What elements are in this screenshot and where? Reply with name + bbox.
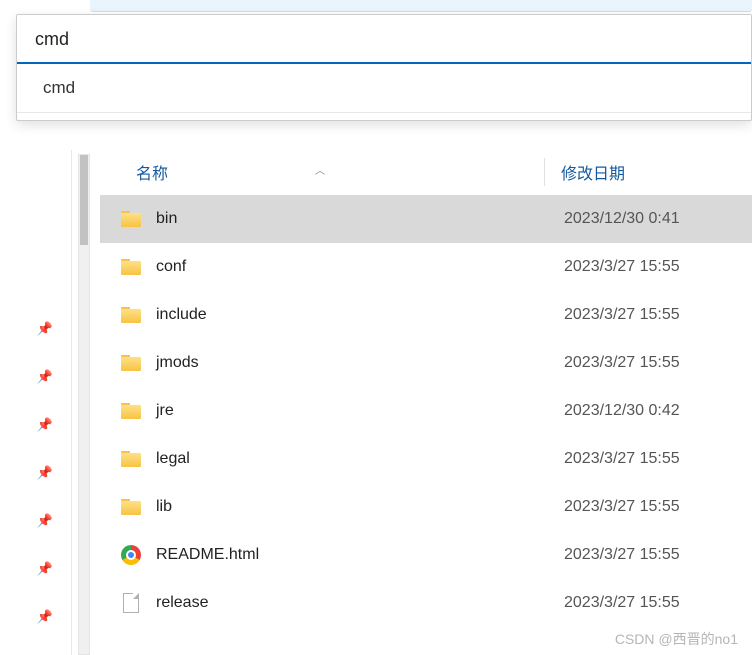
column-header-modified[interactable]: 修改日期 xyxy=(544,158,752,186)
file-name: README.html xyxy=(156,546,564,564)
file-modified: 2023/3/27 15:55 xyxy=(564,594,680,612)
file-row[interactable]: jre2023/12/30 0:42 xyxy=(100,387,752,435)
document-icon xyxy=(120,592,142,614)
folder-icon xyxy=(120,304,142,326)
file-row[interactable]: release2023/3/27 15:55 xyxy=(100,579,752,627)
file-row[interactable]: include2023/3/27 15:55 xyxy=(100,291,752,339)
breadcrumb-hint xyxy=(90,0,752,12)
file-row[interactable]: jmods2023/3/27 15:55 xyxy=(100,339,752,387)
file-modified: 2023/3/27 15:55 xyxy=(564,546,680,564)
pin-icon: 📌 xyxy=(37,417,53,433)
pin-icon: 📌 xyxy=(37,321,53,337)
folder-icon xyxy=(120,496,142,518)
address-spacer xyxy=(17,112,751,120)
file-name: legal xyxy=(156,450,564,468)
file-name: jre xyxy=(156,402,564,420)
file-name: jmods xyxy=(156,354,564,372)
file-name: include xyxy=(156,306,564,324)
chrome-icon xyxy=(120,544,142,566)
folder-icon xyxy=(120,256,142,278)
file-row[interactable]: conf2023/3/27 15:55 xyxy=(100,243,752,291)
quick-access-item[interactable]: 📌 xyxy=(0,449,71,497)
quick-access-item[interactable]: 📌 xyxy=(0,401,71,449)
file-modified: 2023/3/27 15:55 xyxy=(564,354,680,372)
pin-icon: 📌 xyxy=(37,465,53,481)
pin-icon: 📌 xyxy=(37,513,53,529)
quick-access-item[interactable]: 📌 xyxy=(0,353,71,401)
scrollbar-thumb[interactable] xyxy=(80,155,88,245)
file-modified: 2023/3/27 15:55 xyxy=(564,498,680,516)
file-list: ︿ 名称 修改日期 bin2023/12/30 0:41conf2023/3/2… xyxy=(100,150,752,655)
file-modified: 2023/3/27 15:55 xyxy=(564,258,680,276)
pin-icon: 📌 xyxy=(37,609,53,625)
file-name: conf xyxy=(156,258,564,276)
file-row[interactable]: README.html2023/3/27 15:55 xyxy=(100,531,752,579)
folder-icon xyxy=(120,352,142,374)
column-header-row: ︿ 名称 修改日期 xyxy=(100,150,752,195)
quick-access-item[interactable]: 📌 xyxy=(0,305,71,353)
address-bar: cmd xyxy=(16,14,752,121)
file-name: lib xyxy=(156,498,564,516)
folder-icon xyxy=(120,208,142,230)
pin-icon: 📌 xyxy=(37,561,53,577)
file-row[interactable]: lib2023/3/27 15:55 xyxy=(100,483,752,531)
chevron-up-icon[interactable]: ︿ xyxy=(315,162,325,177)
file-modified: 2023/12/30 0:41 xyxy=(564,210,680,228)
file-row[interactable]: legal2023/3/27 15:55 xyxy=(100,435,752,483)
folder-icon xyxy=(120,448,142,470)
address-suggestion[interactable]: cmd xyxy=(17,64,751,112)
file-modified: 2023/3/27 15:55 xyxy=(564,306,680,324)
file-name: release xyxy=(156,594,564,612)
pin-icon: 📌 xyxy=(37,369,53,385)
file-name: bin xyxy=(156,210,564,228)
quick-access-item[interactable]: 📌 xyxy=(0,593,71,641)
address-input[interactable] xyxy=(17,15,751,64)
quick-access-item[interactable]: 📌 xyxy=(0,497,71,545)
file-modified: 2023/12/30 0:42 xyxy=(564,402,680,420)
scrollbar-track[interactable] xyxy=(78,154,90,655)
file-row[interactable]: bin2023/12/30 0:41 xyxy=(100,195,752,243)
quick-access-panel: 📌 📌 📌 📌 📌 📌 📌 xyxy=(0,150,72,655)
file-modified: 2023/3/27 15:55 xyxy=(564,450,680,468)
folder-icon xyxy=(120,400,142,422)
quick-access-item[interactable]: 📌 xyxy=(0,545,71,593)
column-header-name[interactable]: 名称 xyxy=(132,160,544,184)
